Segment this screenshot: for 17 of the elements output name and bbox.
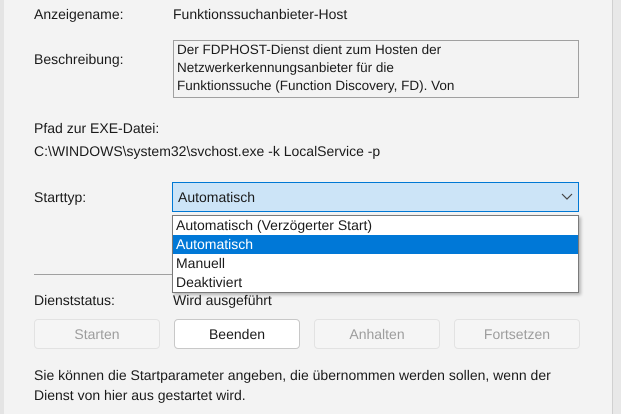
field-label: Pfad zur EXE-Datei: bbox=[34, 119, 160, 138]
hint-text: Sie können die Startparameter angeben, die übernommen werden sollen, wenn der Dienst von hier aus gestartet wird. bbox=[34, 366, 552, 405]
dropdown-option[interactable]: Automatisch (Verzögerter Start) bbox=[173, 216, 578, 235]
dropdown-option[interactable]: Manuell bbox=[173, 254, 578, 273]
field-label: Beschreibung: bbox=[34, 50, 125, 69]
dropdown-option[interactable]: Automatisch bbox=[173, 235, 578, 254]
field-value: Funktionssuchanbieter-Host bbox=[173, 4, 348, 24]
chevron-down-icon bbox=[561, 193, 573, 201]
dropdown-option[interactable]: Deaktiviert bbox=[173, 273, 578, 292]
field-label: Anzeigename: bbox=[34, 4, 125, 24]
field-label: Dienststatus: bbox=[34, 290, 116, 310]
exe-path: C:\WINDOWS\system32\svchost.exe -k LocalService -p bbox=[34, 142, 382, 161]
status-value: Wird ausgeführt bbox=[173, 290, 272, 310]
field-label: Starttyp: bbox=[34, 188, 88, 207]
service-button[interactable]: Beenden bbox=[174, 319, 300, 349]
startup-type-dropdown[interactable]: Automatisch bbox=[172, 182, 579, 212]
description-field[interactable]: Der FDPHOST-Dienst dient zum Hosten der Netzwerkerkennungsanbieter für die Funktionssuche (Function Discovery, FD). Von bbox=[173, 40, 579, 98]
